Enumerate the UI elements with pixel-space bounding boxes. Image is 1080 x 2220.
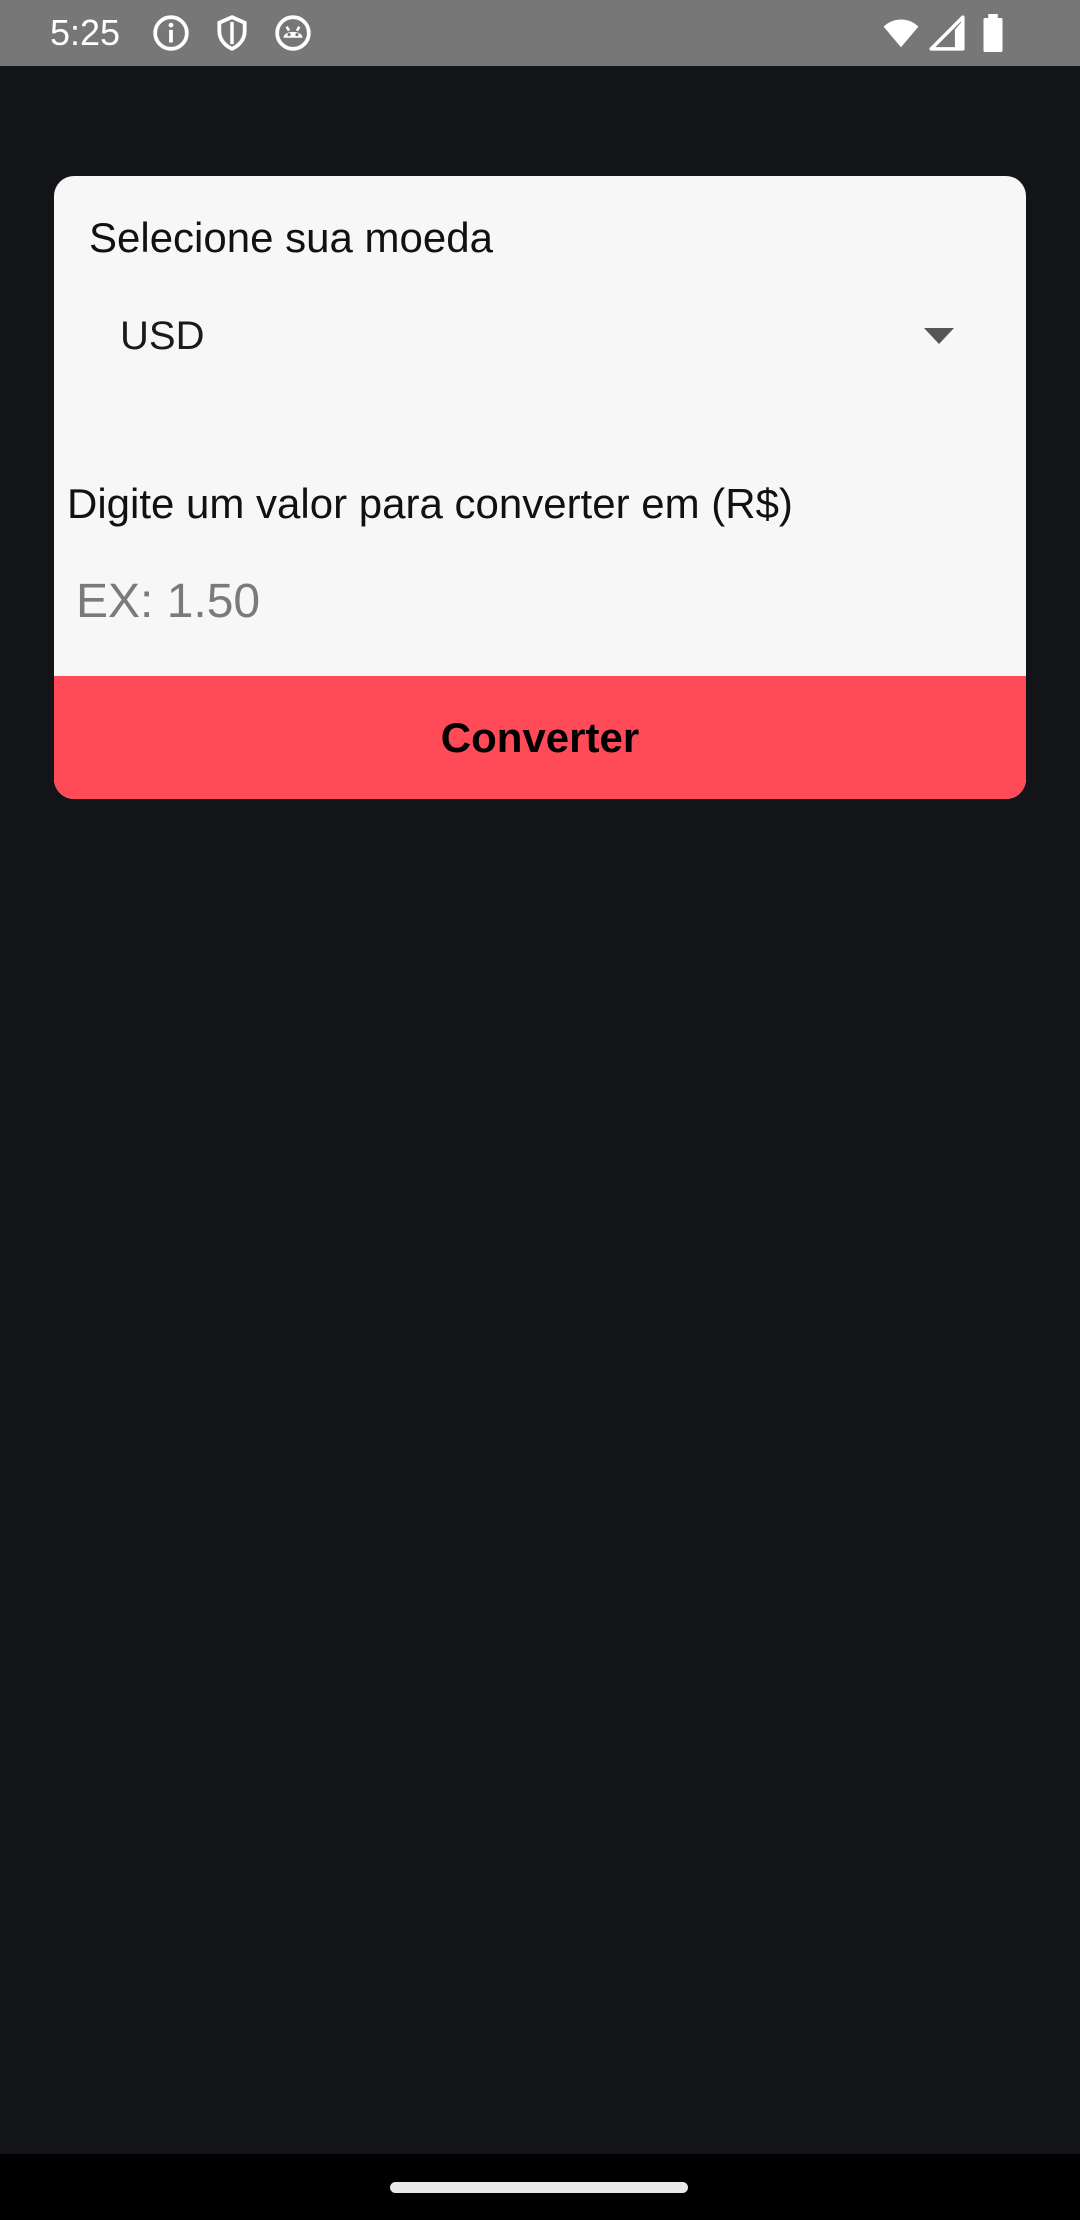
navigation-bar [0, 2154, 1080, 2220]
convert-button[interactable]: Converter [54, 676, 1026, 799]
value-input-label: Digite um valor para converter em (R$) [67, 480, 793, 527]
android-icon [274, 14, 312, 52]
dropdown-arrow-icon[interactable] [922, 326, 956, 346]
value-input[interactable] [76, 561, 996, 641]
converter-card: Selecione sua moeda USD Digite um valor … [54, 176, 1026, 799]
currency-select-label: Selecione sua moeda [89, 214, 493, 261]
home-gesture-handle[interactable] [390, 2182, 688, 2193]
wifi-icon [880, 14, 922, 52]
cell-signal-icon [928, 14, 966, 52]
app-screen: 5:25 Selecione sua moeda USD Digite um v [0, 0, 1080, 2220]
currency-picker[interactable]: USD [54, 286, 1026, 396]
info-icon [152, 14, 190, 52]
currency-picker-value: USD [120, 314, 205, 358]
battery-icon [978, 14, 1008, 52]
status-bar: 5:25 [0, 0, 1080, 66]
status-time: 5:25 [50, 12, 121, 53]
shield-icon [213, 14, 251, 52]
